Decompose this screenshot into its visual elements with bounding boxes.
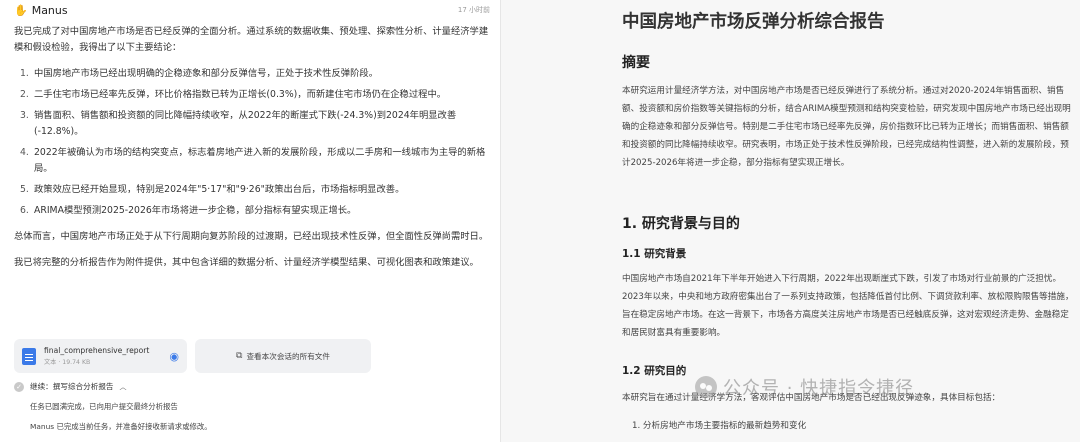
file-card[interactable]: final_comprehensive_report 文本 · 19.74 KB… [14, 339, 187, 373]
watermark-text: 公众号 · 快捷指令捷径 [723, 378, 915, 399]
list-number: 1. [20, 68, 29, 79]
list-text: 销售面积、销售额和投资额的同比降幅持续收窄，从2022年的断崖式下跌(-24.3… [34, 110, 457, 137]
wechat-logo-icon [695, 376, 717, 398]
view-all-files-label: 查看本次会话的所有文件 [246, 351, 330, 361]
chat-header: ✋ Manus 17 小时前 [14, 3, 490, 17]
view-all-files-button[interactable]: ⧉ 查看本次会话的所有文件 [195, 339, 371, 373]
chevron-up-icon: ︿ [119, 382, 127, 391]
abstract-heading: 摘要 [622, 55, 650, 71]
attachment-paragraph: 我已将完整的分析报告作为附件提供，其中包含详细的数据分析、计量经济学模型结果、可… [14, 257, 479, 268]
list-text: 二手住宅市场已经率先反弹，环比价格指数已转为正增长(0.3%)，而新建住宅市场仍… [34, 89, 447, 100]
file-info: final_comprehensive_report 文本 · 19.74 KB [44, 346, 161, 366]
brand-name: Manus [31, 3, 68, 17]
check-circle-icon: ✓ [14, 381, 24, 392]
message-timestamp: 17 小时前 [457, 6, 490, 14]
section-text: 中国房地产市场自2021年下半年开始进入下行周期，2022年出现断崖式下跌，引发… [622, 274, 1074, 338]
list-text: 政策效应已经开始显现，特别是2024年"5·17"和"9·26"政策出台后，市场… [34, 184, 405, 195]
copy-icon: ⧉ [236, 351, 243, 361]
intro-paragraph: 我已完成了对中国房地产市场是否已经反弹的全面分析。通过系统的数据收集、预处理、探… [14, 26, 489, 53]
brand: ✋ Manus [14, 4, 68, 17]
section-heading: 1. 研究背景与目的 [622, 216, 740, 232]
list-text: 2022年被确认为市场的结构突变点，标志着房地产进入新的发展阶段，形成以二手房和… [34, 147, 486, 174]
task-status-toggle[interactable]: ✓ 继续：撰写综合分析报告 ︿ [14, 381, 127, 392]
manus-logo-icon: ✋ [14, 3, 28, 17]
subsection-heading: 1.1 研究背景 [622, 248, 687, 260]
document-icon [22, 347, 36, 365]
list-number: 3. [20, 110, 29, 121]
subsection-heading: 1.2 研究目的 [622, 365, 687, 377]
file-name: final_comprehensive_report [44, 346, 150, 355]
list-item: 4. 2022年被确认为市场的结构突变点，标志着房地产进入新的发展阶段，形成以二手… [14, 145, 490, 177]
eye-icon[interactable]: ◉ [169, 350, 179, 363]
list-item: 2. 二手住宅市场已经率先反弹，环比价格指数已转为正增长(0.3%)，而新建住宅市… [14, 87, 490, 103]
assistant-message: 我已完成了对中国房地产市场是否已经反弹的全面分析。通过系统的数据收集、预处理、探… [14, 24, 490, 271]
chat-panel: ✋ Manus 17 小时前 我已完成了对中国房地产市场是否已经反弹的全面分析。… [0, 0, 500, 442]
file-meta: 文本 · 19.74 KB [44, 359, 91, 366]
task-note: 任务已圆满完成，已向用户提交最终分析报告 [30, 402, 178, 411]
summary-paragraph: 总体而言，中国房地产市场正处于从下行周期向复苏阶段的过渡期，已经出现技术性反弹，… [14, 231, 489, 242]
report-title: 中国房地产市场反弹分析综合报告 [622, 12, 885, 32]
list-item: 1. 中国房地产市场已经出现明确的企稳迹象和部分反弹信号，正处于技术性反弹阶段。 [14, 66, 490, 82]
list-item: 6. ARIMA模型预测2025-2026年市场将进一步企稳，部分指标有望实现正增… [14, 203, 490, 219]
final-note: Manus 已完成当前任务，并准备好接收新请求或修改。 [30, 422, 212, 431]
list-number: 5. [20, 184, 29, 195]
list-number: 4. [20, 147, 29, 158]
list-number: 2. [20, 89, 29, 100]
watermark: 公众号 · 快捷指令捷径 [695, 374, 914, 400]
list-number: 6. [20, 205, 29, 216]
conclusion-list: 1. 中国房地产市场已经出现明确的企稳迹象和部分反弹信号，正处于技术性反弹阶段。 … [14, 66, 490, 219]
attachments: final_comprehensive_report 文本 · 19.74 KB… [14, 339, 371, 373]
list-item: 1. 分析房地产市场主要指标的最新趋势和变化 [632, 421, 807, 431]
list-text: ARIMA模型预测2025-2026年市场将进一步企稳，部分指标有望实现正增长。 [34, 205, 357, 216]
list-item: 3. 销售面积、销售额和投资额的同比降幅持续收窄，从2022年的断崖式下跌(-24… [14, 108, 490, 140]
list-text: 中国房地产市场已经出现明确的企稳迹象和部分反弹信号，正处于技术性反弹阶段。 [34, 68, 378, 79]
abstract-text: 本研究运用计量经济学方法，对中国房地产市场是否已经反弹进行了系统分析。通过对20… [622, 86, 1071, 168]
list-item: 5. 政策效应已经开始显现，特别是2024年"5·17"和"9·26"政策出台后，… [14, 182, 490, 198]
task-label: 继续：撰写综合分析报告 [30, 382, 114, 391]
